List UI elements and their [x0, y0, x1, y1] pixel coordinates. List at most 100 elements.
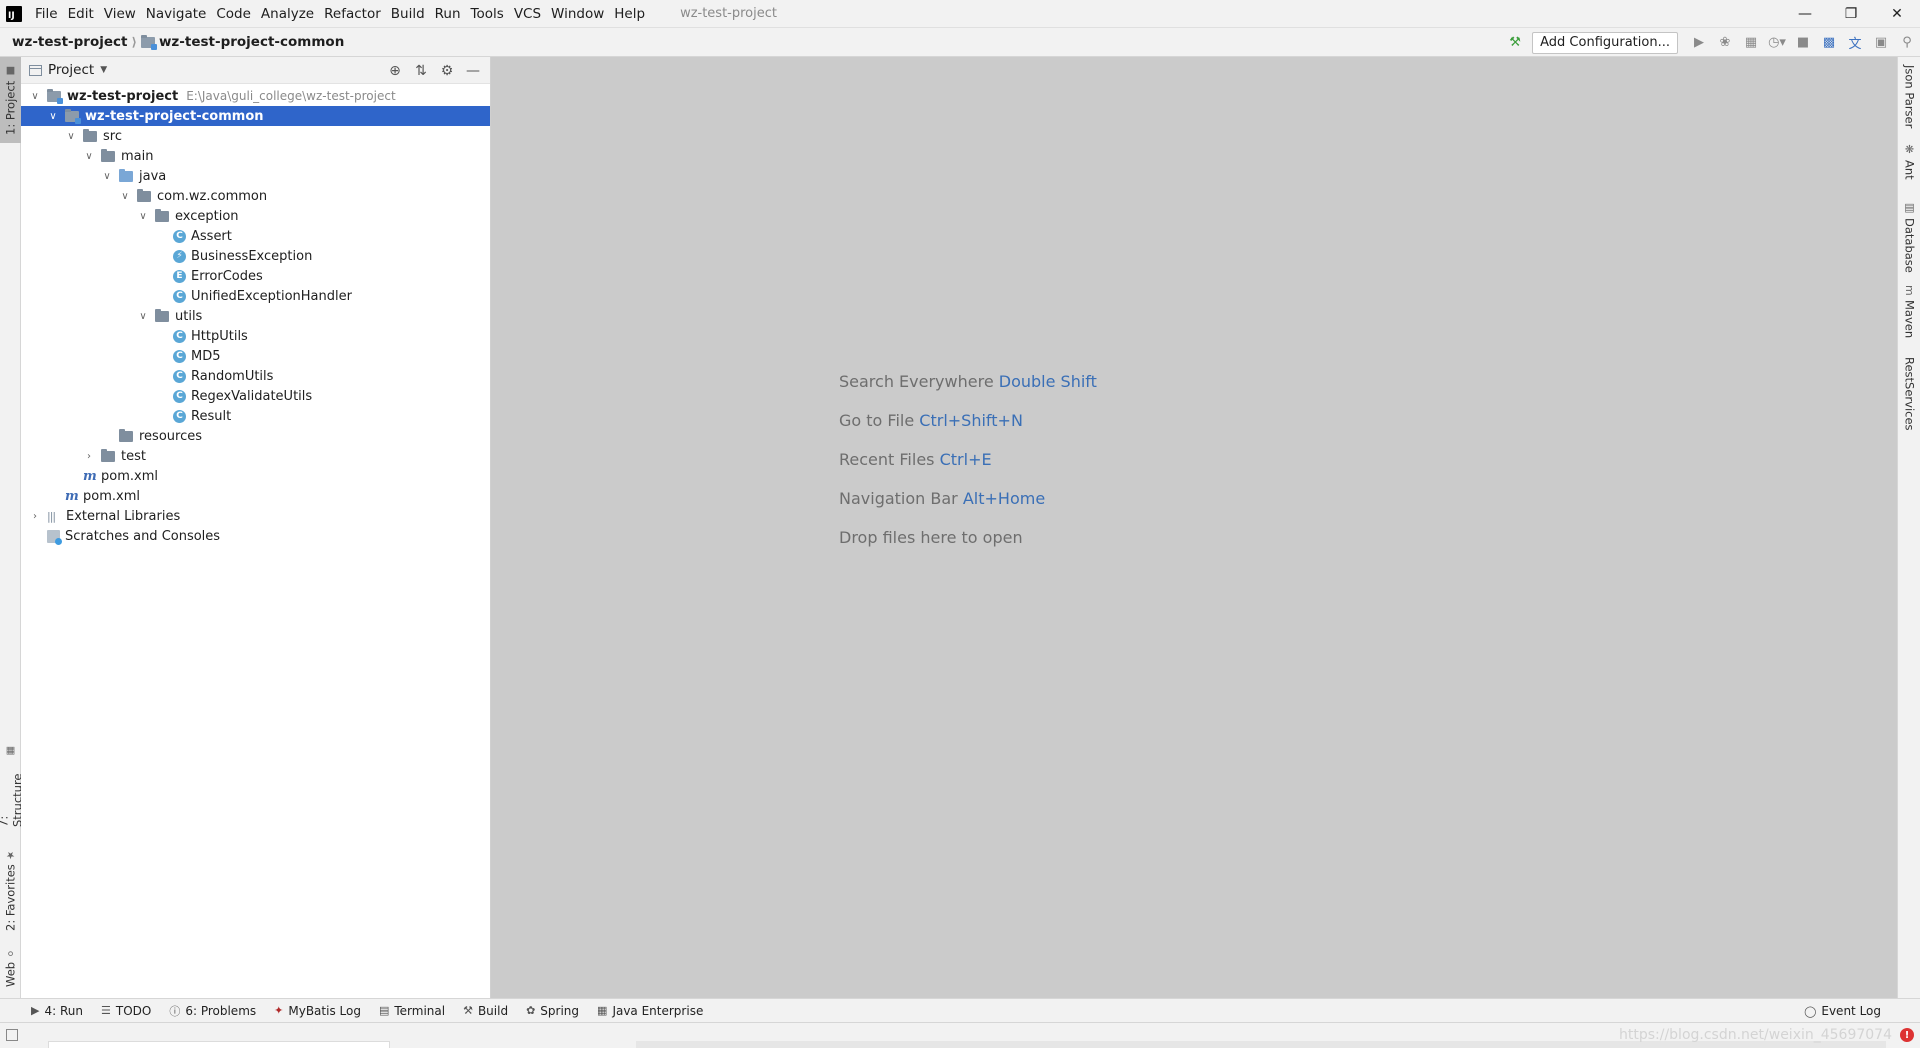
collapse-all-icon[interactable]: ⇅: [408, 59, 434, 83]
tree-node[interactable]: ›CMD5: [21, 346, 490, 366]
menu-run[interactable]: Run: [430, 0, 466, 28]
hide-panel-icon[interactable]: —: [460, 59, 486, 83]
profile-icon[interactable]: ◷▾: [1764, 30, 1790, 56]
debug-icon[interactable]: ❀: [1712, 30, 1738, 56]
tool-todo[interactable]: ☰ TODO: [92, 999, 160, 1023]
close-button[interactable]: ✕: [1874, 0, 1920, 28]
tab-restservices[interactable]: RestServices: [1898, 357, 1920, 447]
tree-node[interactable]: ∨ java: [21, 166, 490, 186]
tree-node[interactable]: ›Scratches and Consoles: [21, 526, 490, 546]
tool-mybatis-log[interactable]: ✦ MyBatis Log: [265, 999, 370, 1023]
ant-icon: ❋: [1903, 143, 1916, 156]
breadcrumb-project[interactable]: wz-test-project: [12, 34, 127, 50]
error-indicator-icon[interactable]: !: [1900, 1028, 1914, 1042]
tree-node[interactable]: ›resources: [21, 426, 490, 446]
tree-node[interactable]: › test: [21, 446, 490, 466]
chevron-down-icon[interactable]: ∨: [137, 211, 149, 222]
tab-project[interactable]: 1: Project ■: [0, 57, 21, 143]
menu-navigate[interactable]: Navigate: [141, 0, 212, 28]
chevron-down-icon[interactable]: ∨: [65, 131, 77, 142]
tab-favorites[interactable]: 2: Favorites ★: [0, 847, 21, 933]
chevron-down-icon[interactable]: ∨: [101, 171, 113, 182]
tree-node[interactable]: ›CRandomUtils: [21, 366, 490, 386]
editor-area[interactable]: Search Everywhere Double Shift Go to Fil…: [491, 57, 1897, 998]
locate-file-icon[interactable]: ⊕: [382, 59, 408, 83]
tree-node[interactable]: ∨ utils: [21, 306, 490, 326]
stop-icon[interactable]: ■: [1790, 30, 1816, 56]
tree-node[interactable]: ›⚡BusinessException: [21, 246, 490, 266]
menu-help[interactable]: Help: [609, 0, 650, 28]
tree-node[interactable]: ∨ wz-test-project E:\Java\guli_college\wz-…: [21, 86, 490, 106]
chevron-right-icon[interactable]: ›: [83, 451, 95, 462]
menu-view[interactable]: View: [99, 0, 141, 28]
restore-button[interactable]: ❐: [1828, 0, 1874, 28]
chevron-down-icon[interactable]: ∨: [29, 91, 41, 102]
tab-structure[interactable]: 7: Structure ▦: [0, 745, 25, 827]
tree-node[interactable]: ›CUnifiedExceptionHandler: [21, 286, 490, 306]
project-structure-icon[interactable]: ▩: [1816, 30, 1842, 56]
tree-node[interactable]: ›mpom.xml: [21, 486, 490, 506]
tree-node[interactable]: ›EErrorCodes: [21, 266, 490, 286]
chevron-down-icon[interactable]: ∨: [47, 111, 59, 122]
minimize-button[interactable]: —: [1782, 0, 1828, 28]
presentation-mode-icon[interactable]: ▣: [1868, 30, 1894, 56]
menu-vcs[interactable]: VCS: [509, 0, 546, 28]
gear-icon[interactable]: ⚙: [434, 59, 460, 83]
tree-node[interactable]: ∨ main: [21, 146, 490, 166]
coverage-icon[interactable]: ▦: [1738, 30, 1764, 56]
build-hammer-icon[interactable]: ⚒: [1502, 30, 1528, 56]
tool-spring[interactable]: ✿ Spring: [517, 999, 588, 1023]
chevron-down-icon[interactable]: ∨: [83, 151, 95, 162]
tree-node-label: com.wz.common: [157, 188, 268, 204]
add-configuration-button[interactable]: Add Configuration...: [1532, 31, 1678, 54]
maven-icon: m: [1903, 285, 1916, 296]
tool-problems[interactable]: ⓘ 6: Problems: [160, 999, 265, 1023]
search-icon[interactable]: ⚲: [1894, 30, 1920, 56]
tool-build[interactable]: ⚒ Build: [454, 999, 517, 1023]
tree-node[interactable]: ∨ src: [21, 126, 490, 146]
tree-node[interactable]: ∨ com.wz.common: [21, 186, 490, 206]
tab-maven-label: Maven: [1902, 299, 1917, 338]
menu-analyze[interactable]: Analyze: [256, 0, 319, 28]
tree-node-label: utils: [175, 308, 203, 324]
tool-java-enterprise[interactable]: ▦ Java Enterprise: [588, 999, 712, 1023]
menu-window[interactable]: Window: [546, 0, 609, 28]
tree-node[interactable]: › ||| External Libraries: [21, 506, 490, 526]
tree-node-label: RandomUtils: [191, 368, 274, 384]
class-icon: C: [173, 289, 186, 303]
tab-ant[interactable]: ❋ Ant: [1898, 143, 1920, 193]
toggle-tool-windows-icon[interactable]: [6, 1029, 18, 1041]
tool-terminal[interactable]: ▤ Terminal: [370, 999, 454, 1023]
run-icon[interactable]: ▶: [1686, 30, 1712, 56]
menu-build[interactable]: Build: [386, 0, 430, 28]
tool-event-log[interactable]: ◯ Event Log: [1795, 999, 1890, 1023]
breadcrumb-module[interactable]: wz-test-project-common: [159, 34, 344, 50]
project-tree: ∨ wz-test-project E:\Java\guli_college\wz-…: [21, 84, 490, 546]
menu-tools[interactable]: Tools: [466, 0, 509, 28]
tree-node[interactable]: ›mpom.xml: [21, 466, 490, 486]
translate-icon[interactable]: 文: [1842, 30, 1868, 56]
menu-edit[interactable]: Edit: [63, 0, 99, 28]
horizontal-scrollbar[interactable]: [48, 1041, 390, 1048]
chevron-right-icon[interactable]: ›: [29, 511, 41, 522]
tree-node[interactable]: ∨ wz-test-project-common: [21, 106, 490, 126]
tree-node[interactable]: ∨ exception: [21, 206, 490, 226]
tree-node[interactable]: ›CAssert: [21, 226, 490, 246]
chevron-down-icon[interactable]: ∨: [119, 191, 131, 202]
tree-node[interactable]: ›CHttpUtils: [21, 326, 490, 346]
project-view-selector[interactable]: Project: [48, 62, 94, 78]
chevron-down-icon[interactable]: ▼: [100, 65, 107, 75]
libraries-icon: |||: [47, 509, 56, 523]
tool-run[interactable]: ▶ 4: Run: [22, 999, 92, 1023]
menu-file[interactable]: File: [30, 0, 63, 28]
module-folder-icon: [47, 88, 63, 104]
tab-web[interactable]: Web ⚪: [0, 941, 21, 993]
chevron-down-icon[interactable]: ∨: [137, 311, 149, 322]
menu-code[interactable]: Code: [211, 0, 256, 28]
tab-maven[interactable]: m Maven: [1898, 285, 1920, 345]
tree-node[interactable]: ›CRegexValidateUtils: [21, 386, 490, 406]
tree-node[interactable]: ›CResult: [21, 406, 490, 426]
tab-database[interactable]: ▤ Database: [1898, 201, 1920, 277]
tab-json-parser[interactable]: Json Parser: [1898, 65, 1920, 135]
menu-refactor[interactable]: Refactor: [319, 0, 386, 28]
